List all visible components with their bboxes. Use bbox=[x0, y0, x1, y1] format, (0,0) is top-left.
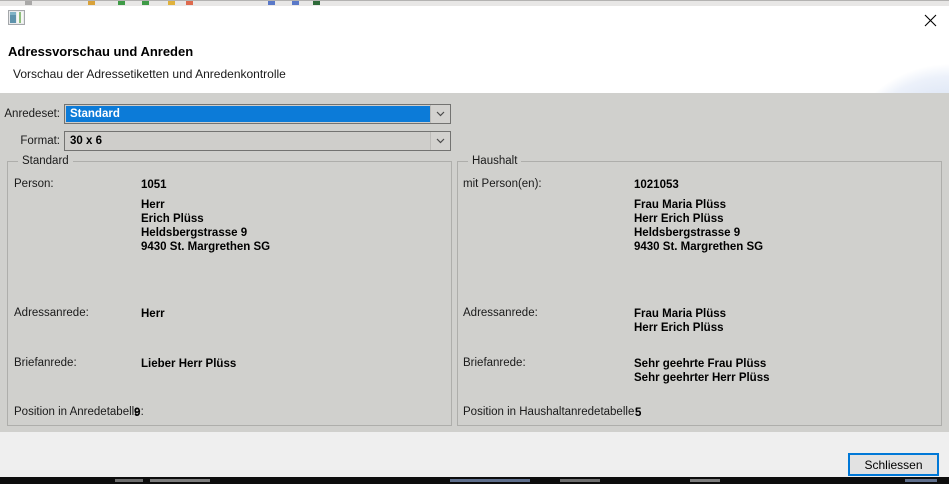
close-icon bbox=[924, 14, 937, 27]
position-label: Position in Haushaltanredetabelle: bbox=[463, 406, 638, 418]
background-icon-fragment bbox=[268, 1, 275, 5]
anredeset-select[interactable]: Standard bbox=[64, 104, 451, 124]
person-label: Person: bbox=[14, 178, 54, 190]
background-icon-fragment bbox=[142, 1, 149, 5]
briefanrede-label: Briefanrede: bbox=[463, 357, 526, 369]
background-text-fragment bbox=[560, 479, 600, 482]
dialog-title: Adressvorschau und Anreden bbox=[8, 44, 193, 59]
background-icon-fragment bbox=[25, 1, 32, 5]
dialog-adressvorschau-und-anreden: Adressvorschau und Anreden Vorschau der … bbox=[0, 6, 949, 477]
address-line: Frau Maria Plüss bbox=[634, 198, 763, 212]
briefanrede-line: Sehr geehrter Herr Plüss bbox=[634, 371, 770, 385]
position-value: 5 bbox=[635, 406, 641, 420]
background-icon-fragment bbox=[292, 1, 299, 5]
address-line: 9430 St. Margrethen SG bbox=[141, 240, 270, 254]
panel-haushalt: Haushalt mit Person(en): 1021053 Frau Ma… bbox=[457, 161, 942, 426]
address-block: Herr Erich Plüss Heldsbergstrasse 9 9430… bbox=[141, 198, 270, 254]
briefanrede-value: Lieber Herr Plüss bbox=[141, 357, 236, 371]
briefanrede-line: Lieber Herr Plüss bbox=[141, 357, 236, 371]
format-select[interactable]: 30 x 6 bbox=[64, 131, 451, 151]
adressanrede-line: Herr Erich Plüss bbox=[634, 321, 726, 335]
address-block: Frau Maria Plüss Herr Erich Plüss Heldsb… bbox=[634, 198, 763, 254]
format-label: Format: bbox=[3, 135, 60, 147]
adressanrede-line: Frau Maria Plüss bbox=[634, 307, 726, 321]
address-line: 9430 St. Margrethen SG bbox=[634, 240, 763, 254]
background-icon-fragment bbox=[88, 1, 95, 5]
position-label: Position in Anredetabelle: bbox=[14, 406, 144, 418]
anredeset-label: Anredeset: bbox=[3, 108, 60, 120]
dialog-header: Adressvorschau und Anreden Vorschau der … bbox=[0, 6, 949, 93]
panel-standard-legend: Standard bbox=[18, 155, 73, 167]
anredeset-value: Standard bbox=[66, 106, 430, 122]
background-text-fragment bbox=[905, 479, 937, 482]
format-value: 30 x 6 bbox=[66, 133, 430, 149]
adressanrede-value: Herr bbox=[141, 307, 165, 321]
panel-standard: Standard Person: 1051 Herr Erich Plüss H… bbox=[7, 161, 452, 426]
address-line: Heldsbergstrasse 9 bbox=[141, 226, 270, 240]
address-line: Herr bbox=[141, 198, 270, 212]
briefanrede-label: Briefanrede: bbox=[14, 357, 77, 369]
adressanrede-label: Adressanrede: bbox=[14, 307, 89, 319]
background-text-fragment bbox=[150, 479, 210, 482]
background-text-fragment bbox=[690, 479, 720, 482]
address-line: Heldsbergstrasse 9 bbox=[634, 226, 763, 240]
close-button[interactable] bbox=[919, 9, 941, 31]
panel-haushalt-legend: Haushalt bbox=[468, 155, 521, 167]
dialog-footer: Schliessen bbox=[0, 432, 949, 477]
briefanrede-value: Sehr geehrte Frau Plüss Sehr geehrter He… bbox=[634, 357, 770, 385]
background-icon-fragment bbox=[186, 1, 193, 5]
background-icon-fragment bbox=[313, 1, 320, 5]
window-icon bbox=[8, 10, 25, 25]
adressanrede-line: Herr bbox=[141, 307, 165, 321]
background-icon-fragment bbox=[118, 1, 125, 5]
address-line: Herr Erich Plüss bbox=[634, 212, 763, 226]
background-window-bottom-edge bbox=[0, 477, 949, 484]
chevron-down-icon bbox=[430, 132, 450, 150]
schliessen-button[interactable]: Schliessen bbox=[848, 453, 939, 476]
background-icon-fragment bbox=[168, 1, 175, 5]
adressanrede-label: Adressanrede: bbox=[463, 307, 538, 319]
person-value: 1021053 bbox=[634, 178, 679, 192]
background-text-fragment bbox=[450, 479, 530, 482]
person-label: mit Person(en): bbox=[463, 178, 542, 190]
screen: Adressvorschau und Anreden Vorschau der … bbox=[0, 0, 949, 484]
position-value: 9 bbox=[134, 406, 140, 420]
adressanrede-value: Frau Maria Plüss Herr Erich Plüss bbox=[634, 307, 726, 335]
dialog-subtitle: Vorschau der Adressetiketten und Anreden… bbox=[13, 67, 286, 81]
chevron-down-icon bbox=[430, 105, 450, 123]
background-text-fragment bbox=[115, 479, 143, 482]
briefanrede-line: Sehr geehrte Frau Plüss bbox=[634, 357, 770, 371]
address-line: Erich Plüss bbox=[141, 212, 270, 226]
person-value: 1051 bbox=[141, 178, 167, 192]
